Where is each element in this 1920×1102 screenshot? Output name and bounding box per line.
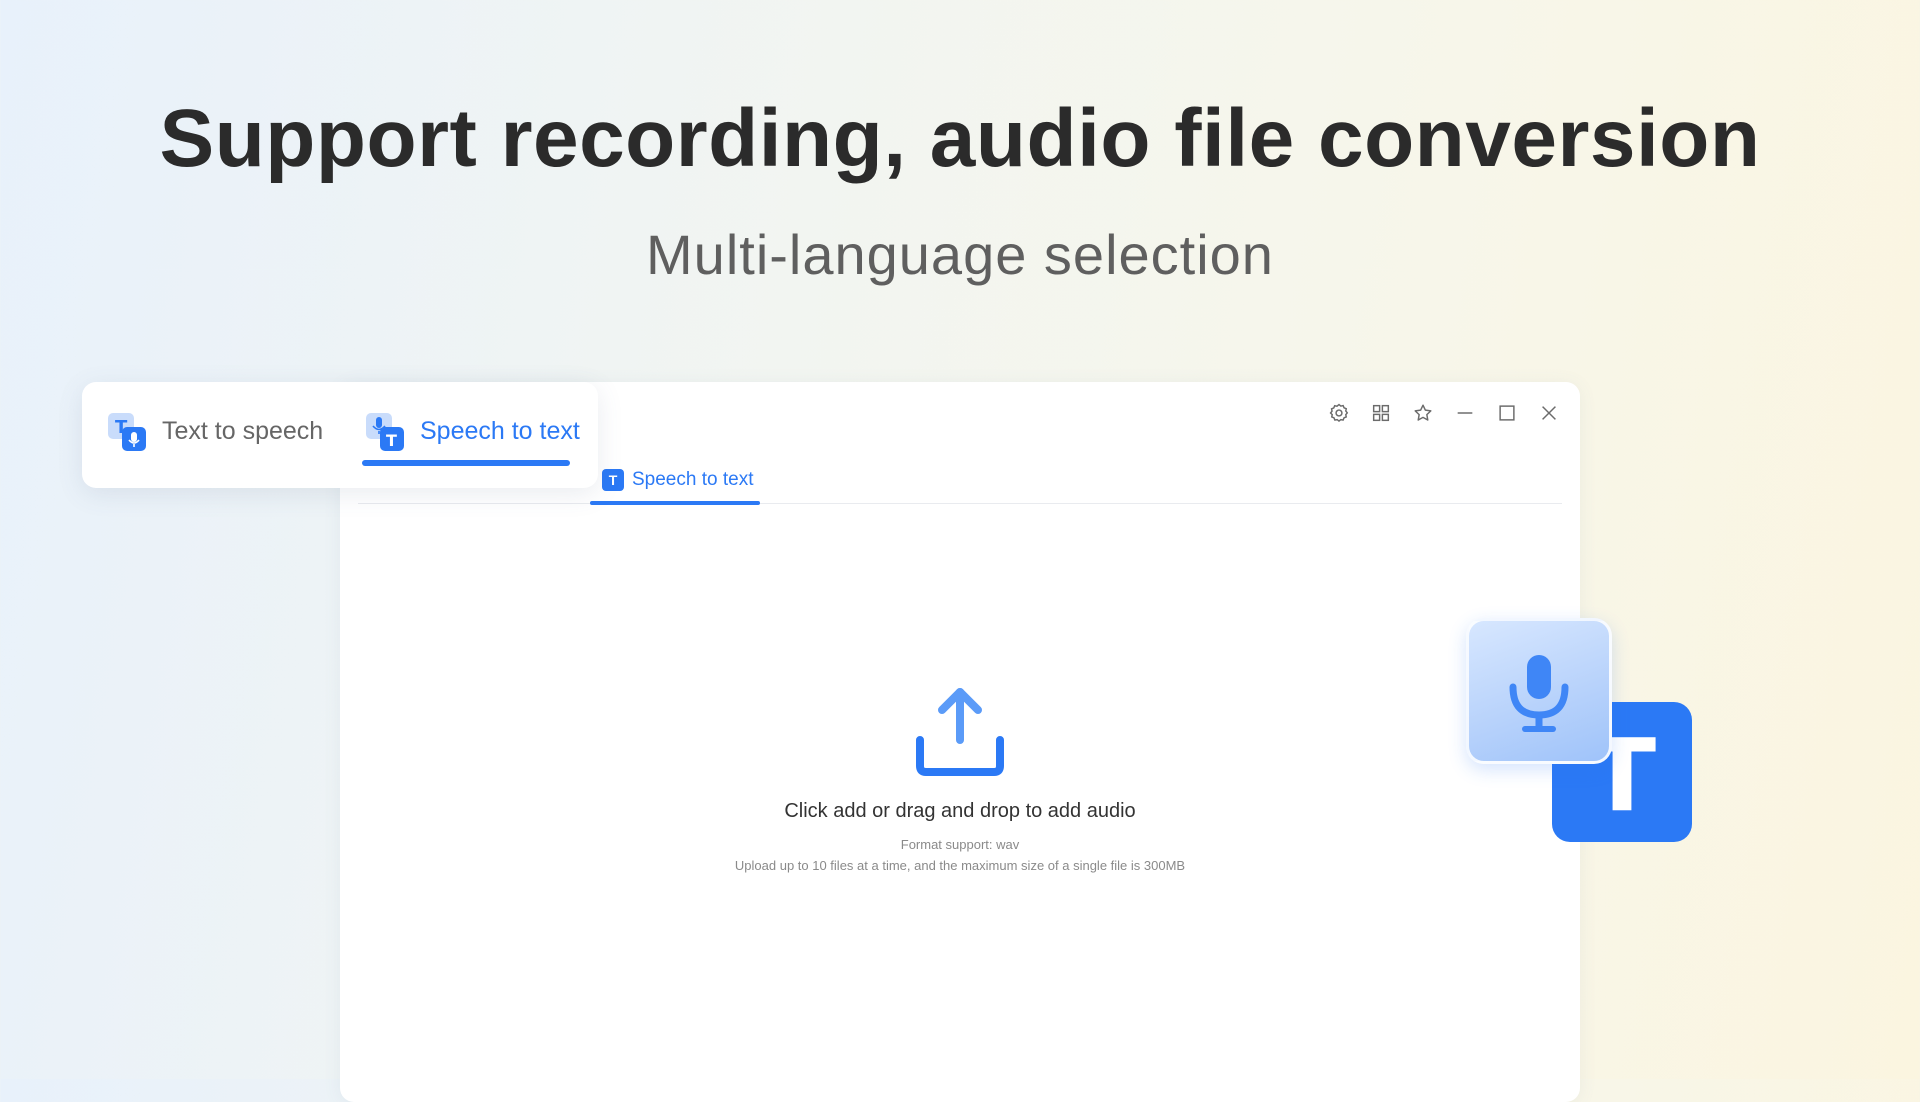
text-to-speech-icon: T [104,407,152,455]
grid-icon[interactable] [1368,400,1394,426]
close-icon[interactable] [1536,400,1562,426]
minimize-icon[interactable] [1452,400,1478,426]
upload-limit-note: Upload up to 10 files at a time, and the… [734,858,1186,873]
tab-label: Speech to text [420,416,580,445]
mode-tab-card: T Text to speech T Speech to text [82,382,598,488]
tab-speech-to-text-card[interactable]: T Speech to text [362,406,580,456]
active-tab-indicator [362,460,570,466]
active-tab-indicator [590,501,760,505]
window-controls [1326,400,1562,426]
star-icon[interactable] [1410,400,1436,426]
microphone-icon [1466,618,1612,764]
app-window: T Speech to text Click add or drag and d… [340,382,1580,1102]
gear-icon[interactable] [1326,400,1352,426]
speech-to-text-icon: T [362,407,410,455]
tab-speech-to-text[interactable]: T Speech to text [590,457,760,505]
upload-dropzone[interactable]: Click add or drag and drop to add audio … [340,682,1580,873]
tab-text-to-speech[interactable]: T Text to speech [104,406,323,456]
maximize-icon[interactable] [1494,400,1520,426]
upload-format-note: Format support: wav [900,837,1020,852]
tab-label: Text to speech [162,416,324,445]
hero-title: Support recording, audio file conversion [159,93,1761,184]
speech-to-text-app-icon: T [1466,618,1696,848]
svg-text:T: T [386,431,397,450]
speech-to-text-icon: T [602,469,624,491]
hero-subtitle: Multi-language selection [646,223,1274,286]
tab-label: Speech to text [632,469,754,490]
upload-instruction: Click add or drag and drop to add audio [784,800,1136,822]
upload-icon[interactable] [910,682,1010,782]
